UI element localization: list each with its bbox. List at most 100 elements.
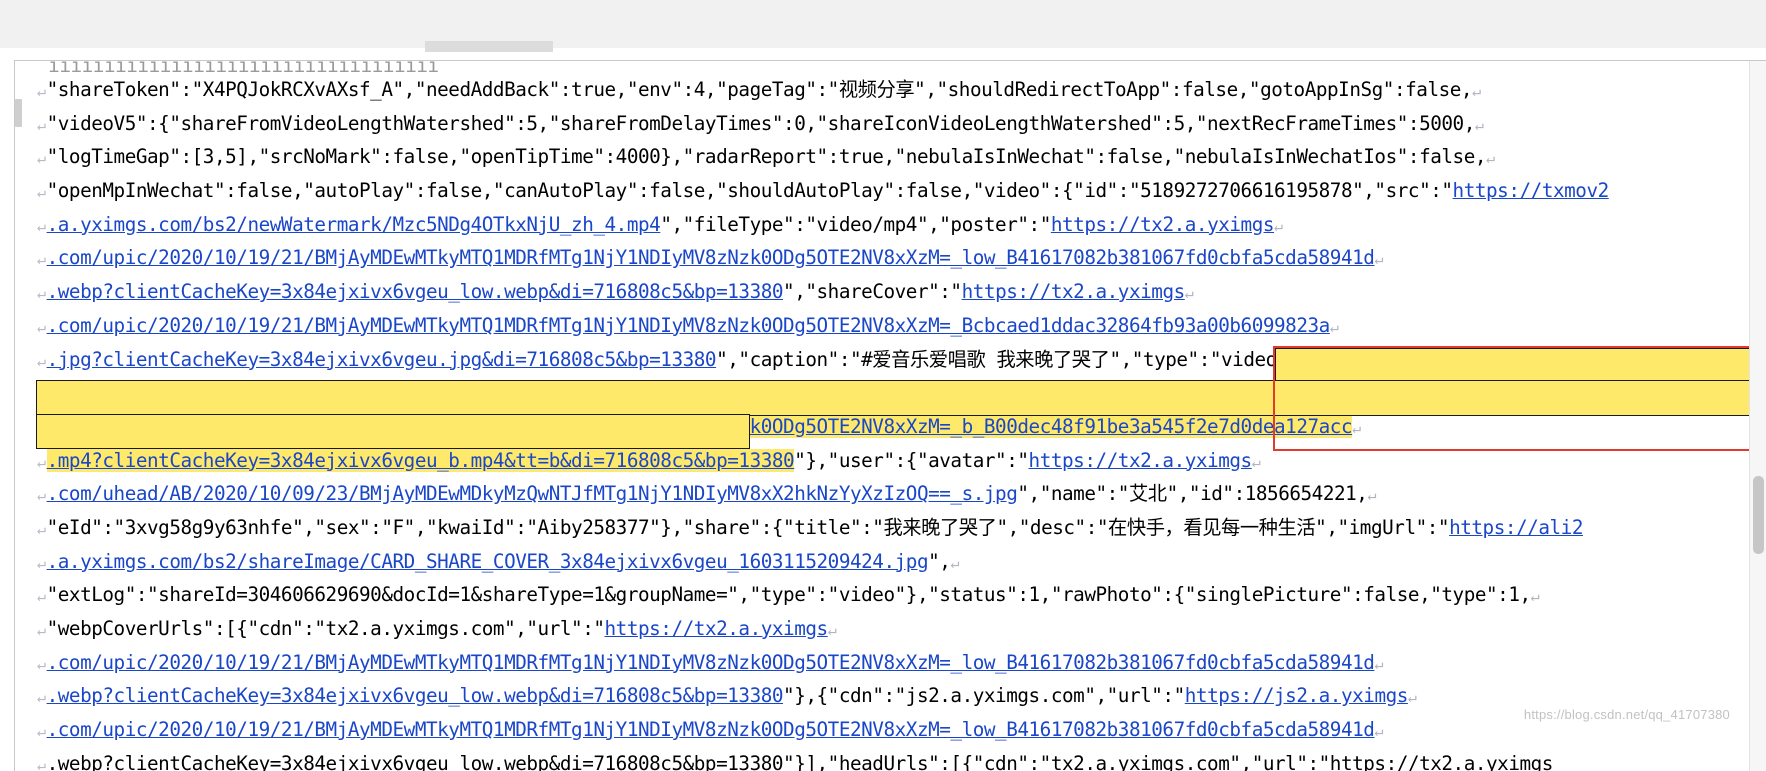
code-line[interactable]: ↵.webp?clientCacheKey=3x84ejxivx6vgeu_lo… xyxy=(37,275,1761,309)
code-link[interactable]: https://txmov2 xyxy=(1453,179,1610,202)
find-toolbar xyxy=(0,0,1766,48)
code-line[interactable]: ↵"shareToken":"X4PQJokRCXvAXsf_A","needA… xyxy=(37,73,1761,107)
code-line[interactable]: ↵"logTimeGap":[3,5],"srcNoMark":false,"o… xyxy=(37,140,1761,174)
wrap-marker-icon: ↵ xyxy=(37,149,46,168)
wrap-marker-icon: ↵ xyxy=(37,284,46,303)
code-text-clipped: .webp?clientCacheKey=3x84ejxivx6vgeu_low… xyxy=(46,751,1554,771)
wrap-marker-icon: ↵ xyxy=(1329,317,1339,336)
wrap-marker-icon: ↵ xyxy=(1474,115,1484,134)
wrap-marker-icon: ↵ xyxy=(1486,149,1495,168)
code-line[interactable]: ↵.com/uhead/AB/2020/10/09/23/BMjAyMDEwMD… xyxy=(37,477,1761,511)
code-text: ", xyxy=(928,549,951,573)
wrap-marker-icon: ↵ xyxy=(37,317,46,336)
toolbar-bottom-fill xyxy=(0,48,1766,60)
code-link[interactable]: .com/uhead/AB/2020/10/09/23/BMjAyMDEwMDk… xyxy=(47,482,1018,505)
code-text: "videoV5":{"shareFromVideoLengthWatershe… xyxy=(46,111,1476,135)
wrap-marker-icon: ↵ xyxy=(1374,654,1384,673)
code-link[interactable]: .a.yximgs.com/bs2/shareImage/CARD_SHARE_… xyxy=(47,550,929,573)
code-line[interactable]: ↵.mp4?clientCacheKey=3x84ejxivx6vgeu_b.m… xyxy=(37,444,1761,478)
wrap-marker-icon: ↵ xyxy=(37,519,46,538)
code-text: "extLog":"shareId=304606629690&docId=1&s… xyxy=(46,583,1532,607)
tab-indicator xyxy=(425,41,553,52)
code-text: "logTimeGap":[3,5],"srcNoMark":false,"op… xyxy=(46,145,1487,169)
wrap-marker-icon: ↵ xyxy=(37,722,46,741)
wrap-marker-icon: ↵ xyxy=(37,351,46,370)
wrap-marker-icon: ↵ xyxy=(37,183,46,202)
code-link[interactable]: .a.yximgs.com/bs2/newWatermark/Mzc5NDg4O… xyxy=(47,213,661,236)
code-text: "webpCoverUrls":[{"cdn":"tx2.a.yximgs.co… xyxy=(46,617,605,640)
wrap-marker-icon: ↵ xyxy=(1530,587,1540,606)
code-link[interactable]: https://tx2.a.yximgs xyxy=(1029,449,1253,472)
wrap-marker-icon: ↵ xyxy=(37,486,46,505)
code-line[interactable]: ↵"webpCoverUrls":[{"cdn":"tx2.a.yximgs.c… xyxy=(37,612,1761,646)
code-text: "},{"cdn":"js2.a.yximgs.com","url":" xyxy=(783,684,1185,708)
code-link[interactable]: .webp?clientCacheKey=3x84ejxivx6vgeu_low… xyxy=(47,280,784,303)
code-text-clipped: _ııııııııııııııııııııııııııııııııııı xyxy=(37,60,439,73)
code-line[interactable]: ↵.com/upic/2020/10/19/21/BMjAyMDEwMTkyMT… xyxy=(37,309,1761,343)
code-text: "shareToken":"X4PQJokRCXvAXsf_A","needAd… xyxy=(46,78,1473,101)
code-link[interactable]: https://ali2 xyxy=(1449,516,1583,539)
wrap-marker-icon: ↵ xyxy=(950,553,960,572)
code-line[interactable]: ↵.com/upic/2020/10/19/21/BMjAyMDEwMTkyMT… xyxy=(37,713,1761,747)
wrap-marker-icon: ↵ xyxy=(1352,418,1361,437)
code-link[interactable]: .com/upic/2020/10/19/21/BMjAyMDEwMTkyMTQ… xyxy=(47,314,1331,337)
code-text: "openMpInWechat":false,"autoPlay":false,… xyxy=(46,179,1453,203)
match-highlight-band-3 xyxy=(36,414,750,449)
wrap-marker-icon: ↵ xyxy=(1251,452,1261,471)
code-text: ","name":"艾北","id":1856654221, xyxy=(1017,482,1368,506)
wrap-marker-icon: ↵ xyxy=(1367,486,1377,505)
wrap-marker-icon: ↵ xyxy=(1184,284,1194,303)
wrap-marker-icon: ↵ xyxy=(37,82,46,100)
code-text: "},"user":{"avatar":" xyxy=(794,448,1029,472)
code-line[interactable]: _ııııııııııııııııııııııııııııııııııı xyxy=(37,60,1761,73)
code-line[interactable]: ↵.com/upic/2020/10/19/21/BMjAyMDEwMTkyMT… xyxy=(37,241,1761,275)
code-link[interactable]: https://js2.a.yximgs xyxy=(1185,684,1409,707)
code-link[interactable]: .com/upic/2020/10/19/21/BMjAyMDEwMTkyMTQ… xyxy=(47,651,1375,674)
wrap-marker-icon: ↵ xyxy=(37,250,46,269)
code-line[interactable]: ↵"videoV5":{"shareFromVideoLengthWatersh… xyxy=(37,107,1761,141)
wrap-marker-icon: ↵ xyxy=(37,115,46,134)
code-text: ","shareCover":" xyxy=(783,280,962,304)
gutter-marker xyxy=(15,99,22,127)
code-link[interactable]: .com/upic/2020/10/19/21/BMjAyMDEwMTkyMTQ… xyxy=(47,718,1375,741)
code-line[interactable]: ↵"openMpInWechat":false,"autoPlay":false… xyxy=(37,174,1761,208)
vertical-scrollbar-thumb[interactable] xyxy=(1753,476,1764,554)
code-line[interactable]: ↵.a.yximgs.com/bs2/newWatermark/Mzc5NDg4… xyxy=(37,208,1761,242)
code-link[interactable]: .com/upic/2020/10/19/21/BMjAyMDEwMTkyMTQ… xyxy=(47,246,1375,269)
code-link[interactable]: .jpg?clientCacheKey=3x84ejxivx6vgeu.jpg&… xyxy=(47,348,717,371)
code-line[interactable]: ↵"eId":"3xvg58g9y63nhfe","sex":"F","kwai… xyxy=(37,511,1761,545)
wrap-marker-icon: ↵ xyxy=(827,621,837,639)
code-link-highlighted[interactable]: .mp4?clientCacheKey=3x84ejxivx6vgeu_b.mp… xyxy=(46,448,795,472)
vertical-scrollbar[interactable] xyxy=(1749,61,1766,771)
code-line[interactable]: ↵.com/upic/2020/10/19/21/BMjAyMDEwMTkyMT… xyxy=(37,646,1761,680)
code-link[interactable]: https://tx2.a.yximgs xyxy=(605,617,829,640)
editor-gutter xyxy=(15,61,37,771)
code-text: "eId":"3xvg58g9y63nhfe","sex":"F","kwaiI… xyxy=(46,515,1450,539)
code-link[interactable]: https://tx2.a.yximgs xyxy=(962,280,1186,303)
code-line[interactable]: ↵.webp?clientCacheKey=3x84ejxivx6vgeu_lo… xyxy=(37,747,1761,771)
wrap-marker-icon: ↵ xyxy=(37,587,46,606)
wrap-marker-icon: ↵ xyxy=(1374,250,1384,269)
wrap-marker-icon: ↵ xyxy=(37,688,46,707)
wrap-marker-icon: ↵ xyxy=(37,452,46,471)
wrap-marker-icon: ↵ xyxy=(37,553,46,572)
wrap-marker-icon: ↵ xyxy=(37,755,46,771)
wrap-marker-icon: ↵ xyxy=(1374,722,1384,741)
wrap-marker-icon: ↵ xyxy=(1472,82,1481,100)
code-text: ","fileType":"video/mp4","poster":" xyxy=(660,212,1051,236)
wrap-marker-icon: ↵ xyxy=(1274,216,1283,235)
wrap-marker-icon: ↵ xyxy=(37,654,46,673)
code-line[interactable]: ↵.a.yximgs.com/bs2/shareImage/CARD_SHARE… xyxy=(37,545,1761,579)
wrap-marker-icon: ↵ xyxy=(1407,688,1417,707)
toolbar-right-fill xyxy=(712,0,1766,48)
code-line[interactable]: ↵.webp?clientCacheKey=3x84ejxivx6vgeu_lo… xyxy=(37,679,1761,713)
code-line[interactable]: ↵"extLog":"shareId=304606629690&docId=1&… xyxy=(37,578,1761,612)
watermark-text: https://blog.csdn.net/qq_41707380 xyxy=(1523,707,1730,722)
wrap-marker-icon: ↵ xyxy=(37,621,46,639)
match-highlight-band-2 xyxy=(36,380,1762,416)
text-editor[interactable]: _ııııııııııııııııııııııııııııııııııı ↵"sh… xyxy=(14,60,1766,771)
match-highlight-band-1 xyxy=(1275,348,1762,382)
wrap-marker-icon: ↵ xyxy=(37,216,46,235)
code-link[interactable]: https://tx2.a.yximgs xyxy=(1051,213,1275,236)
code-link[interactable]: .webp?clientCacheKey=3x84ejxivx6vgeu_low… xyxy=(47,684,784,707)
